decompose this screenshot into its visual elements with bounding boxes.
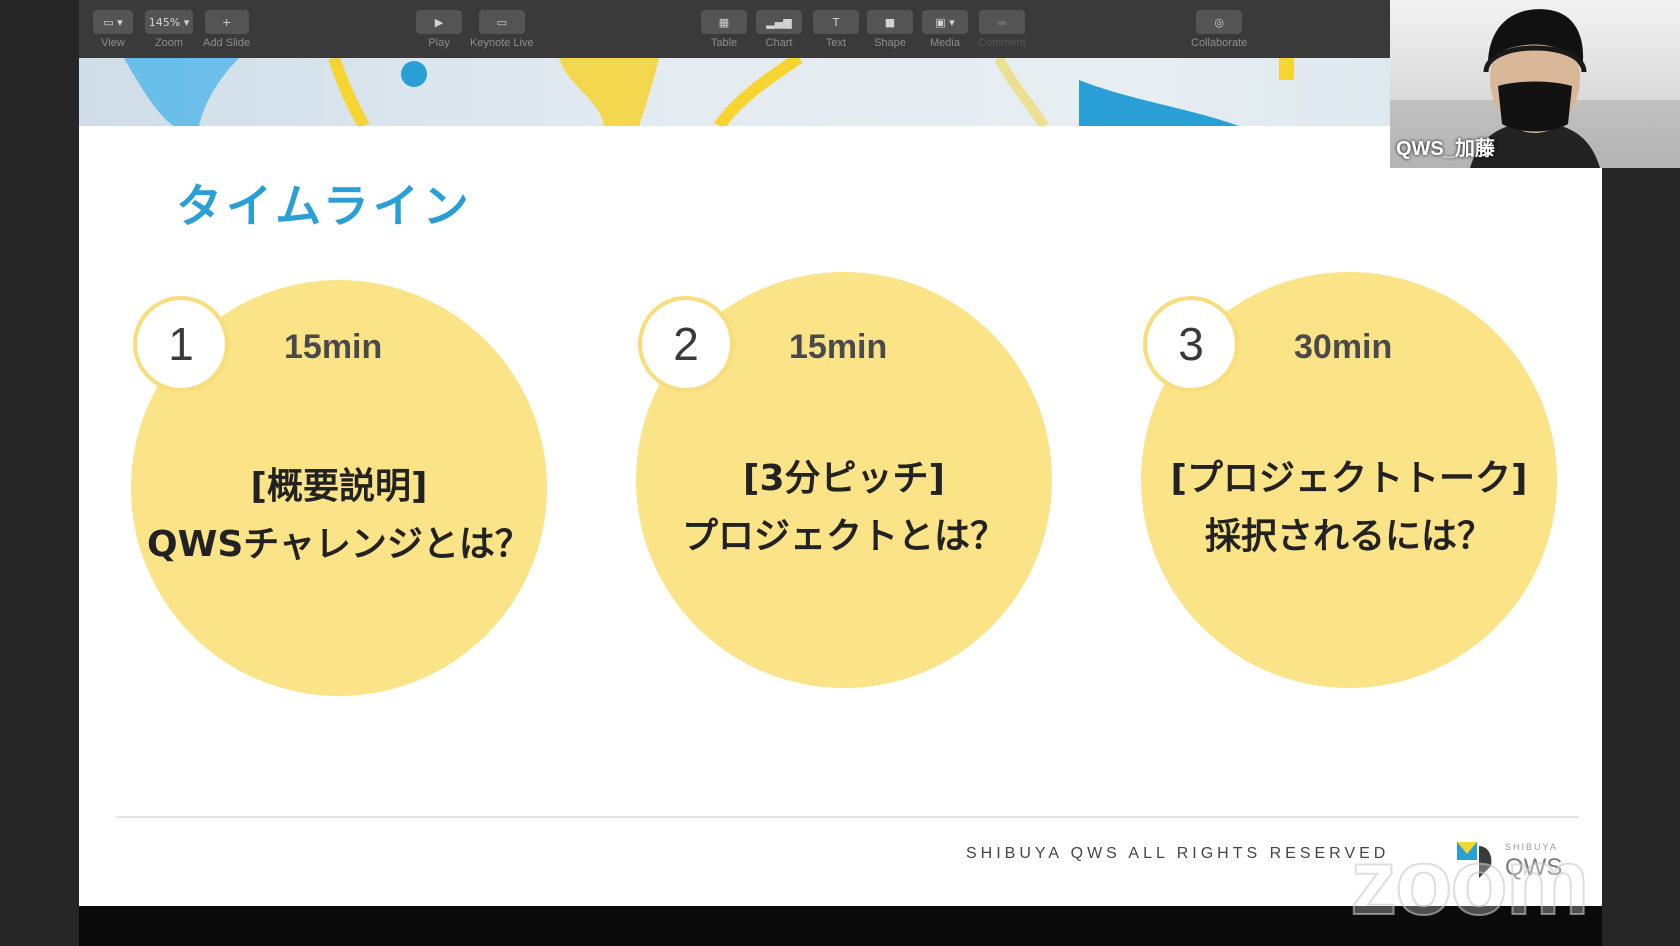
shape-icon: ■ xyxy=(867,10,913,34)
keynote-toolbar: ▭ ▾ View 145% ▾ Zoom + Add Slide ▶ Play … xyxy=(79,0,1390,59)
slide-canvas: タイムライン 1 15min [概要説明] QWSチャレンジとは？ 2 15mi… xyxy=(79,58,1602,906)
view-label: View xyxy=(101,37,125,49)
step-subtitle-1: QWSチャレンジとは？ xyxy=(147,524,531,565)
step-description-3: [プロジェクトトーク] 採択されるには？ xyxy=(1141,450,1557,566)
text-tool[interactable]: T Text xyxy=(813,10,859,49)
shape-tool[interactable]: ■ Shape xyxy=(867,10,913,49)
step-number-2: 2 xyxy=(638,296,734,392)
comment-icon: ▬ xyxy=(978,10,1025,34)
collaborate-label: Collaborate xyxy=(1191,37,1248,49)
zoom-label: Zoom xyxy=(154,37,184,49)
participant-name: QWS_加藤 xyxy=(1396,138,1495,160)
add-slide-tool[interactable]: + Add Slide xyxy=(203,10,250,49)
text-icon: T xyxy=(813,10,859,34)
view-tool[interactable]: ▭ ▾ View xyxy=(93,10,133,49)
step-duration-1: 15min xyxy=(284,328,383,366)
collaborate-tool[interactable]: ◎ Collaborate xyxy=(1191,10,1247,49)
step-number-3: 3 xyxy=(1143,296,1239,392)
media-tool[interactable]: ▣ ▾ Media xyxy=(922,10,968,49)
plus-icon: + xyxy=(204,10,249,34)
play-icon: ▶ xyxy=(416,10,462,34)
step-description-2: [3分ピッチ] プロジェクトとは？ xyxy=(636,450,1052,566)
decorative-banner xyxy=(79,58,1602,126)
keynote-live-tool[interactable]: ▭ Keynote Live xyxy=(470,10,534,49)
shape-label: Shape xyxy=(874,37,906,49)
banner-decoration xyxy=(124,58,1294,126)
collaborate-icon: ◎ xyxy=(1196,10,1243,34)
slide-title: タイムライン xyxy=(176,179,473,233)
media-label: Media xyxy=(930,37,960,49)
copyright-text: SHIBUYA QWS ALL RIGHTS RESERVED xyxy=(966,845,1390,862)
participant-video[interactable]: QWS_加藤 xyxy=(1390,0,1680,168)
step-duration-2: 15min xyxy=(789,328,888,366)
comment-label: Comment xyxy=(978,37,1026,49)
footer-divider xyxy=(116,816,1579,818)
comment-tool[interactable]: ▬ Comment xyxy=(978,10,1026,49)
zoom-watermark: zoom xyxy=(1349,828,1590,935)
step-duration-3: 30min xyxy=(1294,328,1393,366)
step-heading-3: [プロジェクトトーク] xyxy=(1170,458,1528,499)
zoom-value: 145% ▾ xyxy=(145,10,193,34)
table-label: Table xyxy=(710,37,738,49)
step-subtitle-2: プロジェクトとは？ xyxy=(681,516,1006,557)
bar-chart-icon: ▂▄▆ xyxy=(756,10,802,34)
step-heading-2: [3分ピッチ] xyxy=(743,458,945,499)
keynote-live-icon: ▭ xyxy=(478,10,525,34)
step-description-1: [概要説明] QWSチャレンジとは？ xyxy=(131,458,547,574)
chart-tool[interactable]: ▂▄▆ Chart xyxy=(756,10,802,49)
step-heading-1: [概要説明] xyxy=(250,466,428,507)
play-tool[interactable]: ▶ Play xyxy=(416,10,462,49)
step-number-1: 1 xyxy=(133,296,229,392)
play-label: Play xyxy=(428,37,450,49)
keynote-live-label: Keynote Live xyxy=(470,37,534,49)
add-slide-label: Add Slide xyxy=(203,37,251,49)
table-tool[interactable]: ▦ Table xyxy=(701,10,747,49)
chart-label: Chart xyxy=(765,37,793,49)
media-icon: ▣ ▾ xyxy=(922,10,968,34)
view-icon: ▭ ▾ xyxy=(93,10,133,34)
step-subtitle-3: 採択されるには？ xyxy=(1204,516,1493,557)
text-label: Text xyxy=(825,37,847,49)
zoom-tool[interactable]: 145% ▾ Zoom xyxy=(145,10,193,49)
table-icon: ▦ xyxy=(701,10,747,34)
